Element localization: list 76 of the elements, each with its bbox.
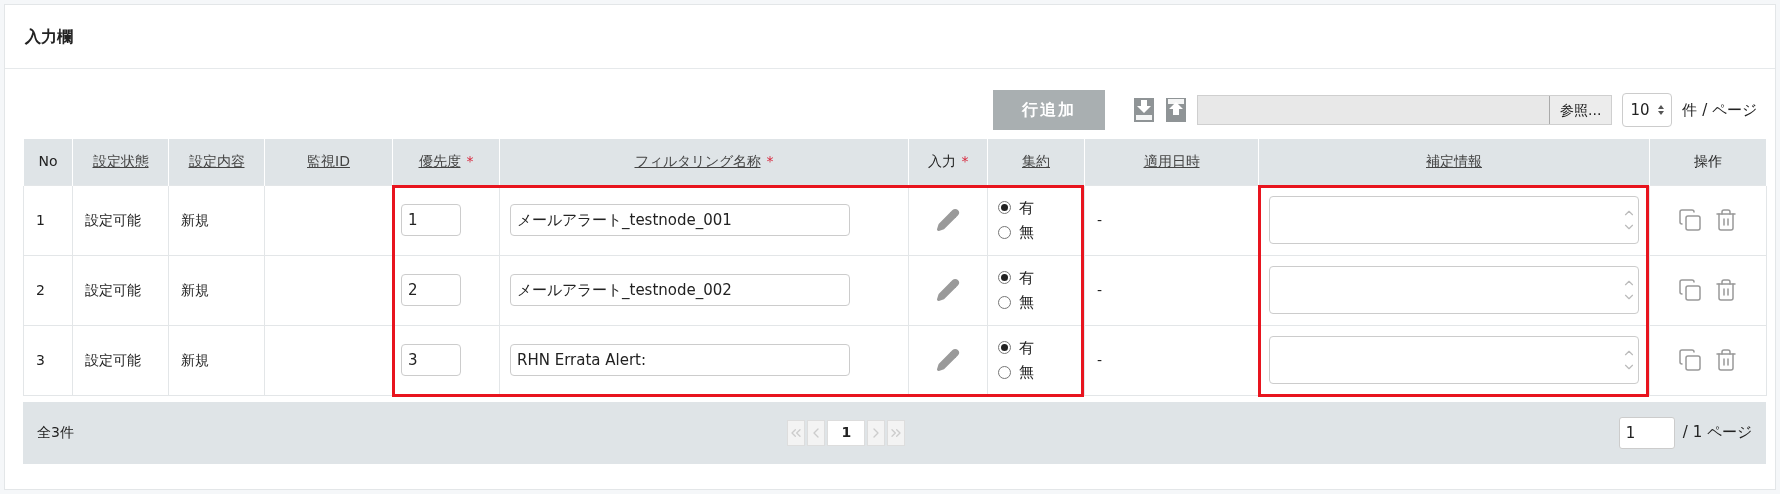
table-cell: 3 xyxy=(23,325,73,395)
filter-name-field[interactable]: メールアラート_testnode_002 xyxy=(510,274,850,306)
browse-button[interactable]: 参照... xyxy=(1549,96,1612,124)
column-label: 設定内容 xyxy=(188,153,245,170)
radio-button[interactable] xyxy=(998,341,1011,355)
page-size-select[interactable]: 10 xyxy=(1622,93,1673,127)
filter-name-field[interactable]: RHN Errata Alert: xyxy=(510,344,850,376)
column-header[interactable]: 適用日時 xyxy=(1084,139,1259,185)
total-count: 全3件 xyxy=(37,423,74,442)
radio-button[interactable] xyxy=(998,295,1011,309)
radio-label: 有 xyxy=(1019,197,1034,219)
column-label: No xyxy=(38,153,58,170)
table-cell: 2 xyxy=(23,255,73,325)
column-label: 監視ID xyxy=(307,153,350,170)
priority-field[interactable]: 1 xyxy=(401,204,461,236)
required-mark: * xyxy=(961,153,969,170)
column-label: 適用日時 xyxy=(1143,153,1200,170)
required-mark: * xyxy=(466,153,474,170)
column-header[interactable]: フィルタリング名称 * xyxy=(499,139,909,185)
column-label: 集約 xyxy=(1022,153,1050,170)
copy-icon[interactable] xyxy=(1678,278,1702,302)
current-page[interactable]: 1 xyxy=(827,419,866,446)
page-total: / 1 ページ xyxy=(1682,422,1752,444)
delete-icon[interactable] xyxy=(1714,208,1738,232)
table-cell: 新規 xyxy=(168,255,265,325)
column-header[interactable]: 監視ID xyxy=(264,139,393,185)
edit-icon[interactable] xyxy=(936,278,960,302)
column-label: 優先度 xyxy=(418,153,461,170)
csv-upload-icon[interactable] xyxy=(1165,97,1188,123)
column-header[interactable]: 設定内容 xyxy=(168,139,265,185)
supplement-field[interactable] xyxy=(1269,266,1639,314)
page-field[interactable]: 1 xyxy=(1618,416,1675,449)
table-cell: - xyxy=(1084,185,1259,255)
copy-icon[interactable] xyxy=(1678,208,1702,232)
column-header[interactable]: 優先度 * xyxy=(392,139,500,185)
column-header[interactable]: 設定状態 xyxy=(72,139,169,185)
page-size-unit: 件 / ページ xyxy=(1682,99,1757,121)
panel-title: 入力欄 xyxy=(25,25,73,48)
radio-button[interactable] xyxy=(998,271,1011,285)
edit-icon[interactable] xyxy=(936,348,960,372)
select-arrows-icon xyxy=(1658,105,1665,115)
table-cell: 新規 xyxy=(168,185,265,255)
delete-icon[interactable] xyxy=(1714,278,1738,302)
radio-button[interactable] xyxy=(998,201,1011,215)
radio-button[interactable] xyxy=(998,365,1011,379)
table-cell: 設定可能 xyxy=(72,325,169,395)
column-label: 操作 xyxy=(1694,153,1722,170)
column-label: 入力 xyxy=(927,153,956,170)
last-page-icon[interactable] xyxy=(887,419,906,446)
edit-icon[interactable] xyxy=(936,208,960,232)
column-header[interactable]: 集約 xyxy=(987,139,1085,185)
radio-label: 無 xyxy=(1019,362,1034,383)
radio-label: 無 xyxy=(1019,222,1034,243)
table-cell: 設定可能 xyxy=(72,185,169,255)
supplement-field[interactable] xyxy=(1269,196,1639,244)
radio-label: 有 xyxy=(1019,337,1034,359)
column-header[interactable]: 補定情報 xyxy=(1258,139,1650,185)
csv-download-icon[interactable] xyxy=(1133,97,1156,123)
delete-icon[interactable] xyxy=(1714,348,1738,372)
supplement-field[interactable] xyxy=(1269,336,1639,384)
table-cell: 設定可能 xyxy=(72,255,169,325)
radio-label: 無 xyxy=(1019,292,1034,313)
required-mark: * xyxy=(766,153,774,170)
priority-field[interactable]: 3 xyxy=(401,344,461,376)
column-label: フィルタリング名称 xyxy=(634,153,761,170)
priority-field[interactable]: 2 xyxy=(401,274,461,306)
column-label: 補定情報 xyxy=(1426,153,1482,170)
copy-icon[interactable] xyxy=(1678,348,1702,372)
file-field[interactable]: 参照... xyxy=(1197,95,1613,125)
radio-label: 有 xyxy=(1019,267,1034,289)
table-cell: 1 xyxy=(23,185,73,255)
table-cell: 新規 xyxy=(168,325,265,395)
radio-button[interactable] xyxy=(998,225,1011,239)
filter-name-field[interactable]: メールアラート_testnode_001 xyxy=(510,204,850,236)
first-page-icon[interactable] xyxy=(787,419,806,446)
column-label: 設定状態 xyxy=(92,153,149,170)
